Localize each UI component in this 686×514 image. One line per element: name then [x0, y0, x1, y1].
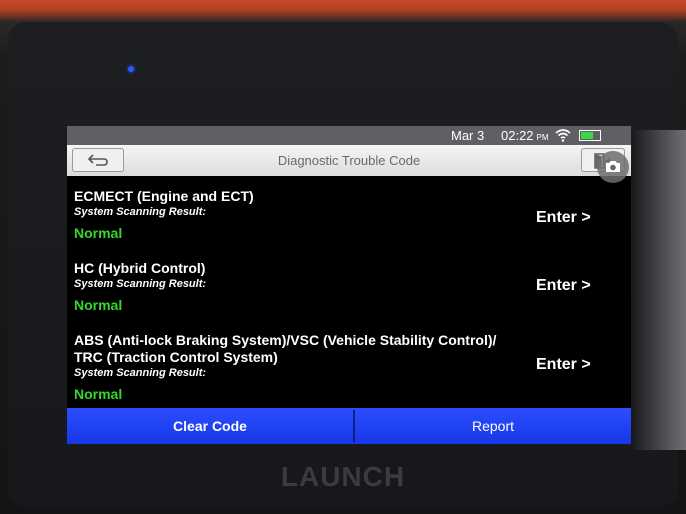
wifi-icon: [555, 129, 571, 142]
title-bar: Diagnostic Trouble Code: [67, 145, 631, 183]
battery-level: [581, 132, 593, 139]
system-result-status: Normal: [74, 225, 123, 241]
system-item-hc[interactable]: HC (Hybrid Control) System Scanning Resu…: [74, 260, 594, 315]
system-name: HC (Hybrid Control): [74, 260, 206, 276]
system-name: ECMECT (Engine and ECT): [74, 188, 254, 204]
enter-button-hc[interactable]: Enter >: [536, 277, 591, 295]
bezel-glare: [632, 130, 686, 450]
clear-code-button[interactable]: Clear Code: [67, 408, 353, 444]
front-camera-led: [128, 66, 134, 72]
status-ampm: PM: [536, 133, 549, 142]
status-bar: Mar 3 02:22 PM: [67, 126, 631, 145]
system-name: ABS (Anti-lock Braking System)/VSC (Vehi…: [74, 332, 497, 348]
status-time: 02:22 PM: [501, 128, 549, 143]
report-button[interactable]: Report: [355, 408, 631, 444]
system-result-label: System Scanning Result:: [74, 367, 207, 379]
screenshot-button[interactable]: [597, 151, 629, 183]
system-result-label: System Scanning Result:: [74, 278, 207, 290]
brand-logo: LAUNCH: [280, 461, 406, 492]
system-name-continued: TRC (Traction Control System): [74, 349, 278, 365]
camera-icon: [606, 161, 620, 172]
page-title: Diagnostic Trouble Code: [277, 153, 421, 168]
status-time-value: 02:22: [501, 128, 534, 143]
system-item-ecmect[interactable]: ECMECT (Engine and ECT) System Scanning …: [74, 188, 594, 243]
battery-icon: [579, 130, 601, 141]
enter-button-abs[interactable]: Enter >: [536, 356, 591, 374]
system-result-status: Normal: [74, 297, 123, 313]
status-date: Mar 3: [451, 128, 485, 143]
device-screen: Mar 3 02:22 PM Diagnostic Trouble Code E…: [67, 126, 631, 444]
system-result-status: Normal: [74, 386, 123, 402]
bottom-action-bar: Clear Code Report: [67, 408, 631, 444]
enter-button-ecmect[interactable]: Enter >: [536, 209, 591, 227]
system-item-abs[interactable]: ABS (Anti-lock Braking System)/VSC (Vehi…: [74, 332, 594, 404]
system-result-label: System Scanning Result:: [74, 206, 207, 218]
